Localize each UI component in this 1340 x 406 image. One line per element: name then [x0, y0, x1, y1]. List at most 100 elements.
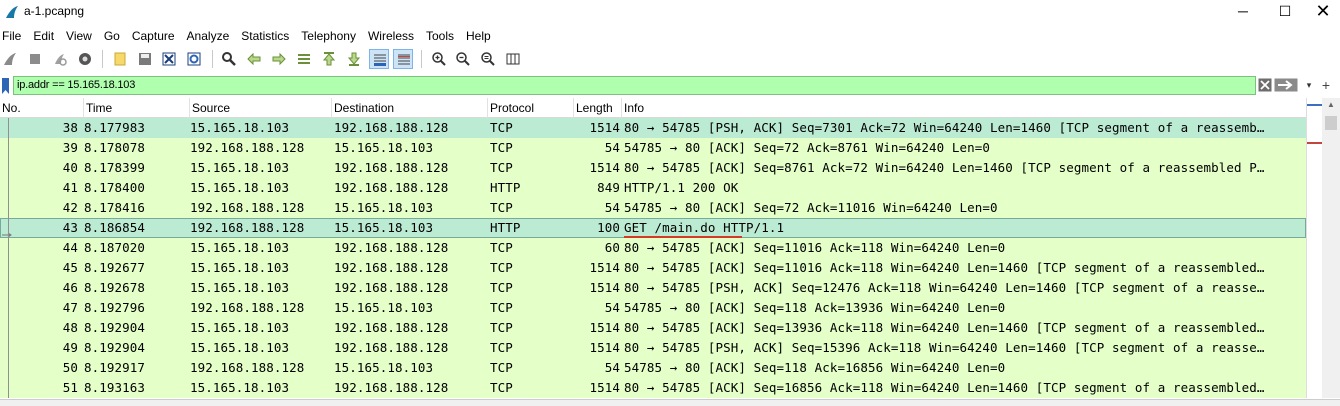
pane-splitter[interactable] — [0, 399, 1340, 406]
packet-row[interactable]: 45 8.192677 15.165.18.103 192.168.188.128 TC… — [0, 258, 1306, 278]
stop-capture-icon[interactable] — [25, 49, 45, 69]
cell-destination: 192.168.188.128 — [334, 240, 449, 255]
menu-analyze[interactable]: Analyze — [181, 27, 236, 45]
cell-time: 8.186854 — [84, 220, 146, 235]
menu-go[interactable]: Go — [98, 27, 126, 45]
minimap-marker — [1307, 142, 1323, 144]
column-header-info[interactable]: Info — [622, 98, 1306, 118]
apply-filter-icon[interactable] — [1274, 78, 1298, 92]
bookmark-icon[interactable] — [0, 77, 12, 95]
zoom-out-icon[interactable] — [453, 49, 473, 69]
capture-options-icon[interactable] — [75, 49, 95, 69]
go-to-packet-icon[interactable] — [294, 49, 314, 69]
cell-time: 8.187020 — [84, 240, 146, 255]
zoom-in-icon[interactable] — [429, 49, 449, 69]
menu-wireless[interactable]: Wireless — [362, 27, 420, 45]
packet-row[interactable]: 48 8.192904 15.165.18.103 192.168.188.128 TC… — [0, 318, 1306, 338]
minimize-button[interactable]: ─ — [1220, 0, 1266, 25]
cell-source: 15.165.18.103 — [190, 280, 290, 295]
save-file-icon[interactable] — [135, 49, 155, 69]
autoscroll-icon[interactable] — [368, 49, 389, 69]
cell-length: 1514 — [589, 280, 620, 295]
column-header-protocol[interactable]: Protocol — [488, 98, 574, 118]
close-file-icon[interactable] — [159, 49, 179, 69]
cell-time: 8.178078 — [84, 140, 146, 155]
packet-row[interactable]: 39 8.178078 192.168.188.128 15.165.18.103 TC… — [0, 138, 1306, 158]
column-header-destination[interactable]: Destination — [332, 98, 488, 118]
resize-columns-icon[interactable] — [503, 49, 523, 69]
close-window-button[interactable]: ✕ — [1300, 0, 1340, 25]
cell-protocol: TCP — [490, 160, 513, 175]
go-back-icon[interactable] — [244, 49, 264, 69]
cell-info: GET /main.do HTTP/1.1 — [624, 220, 785, 235]
menu-capture[interactable]: Capture — [126, 27, 181, 45]
packet-minimap[interactable] — [1306, 98, 1323, 398]
cell-protocol: TCP — [490, 300, 513, 315]
colorize-icon[interactable] — [393, 49, 414, 69]
cell-info: 80 → 54785 [ACK] Seq=8761 Ack=72 Win=642… — [624, 160, 1265, 175]
cell-length: 1514 — [589, 160, 620, 175]
cell-destination: 192.168.188.128 — [334, 180, 449, 195]
go-last-packet-icon[interactable] — [344, 49, 364, 69]
clear-filter-icon[interactable] — [1258, 78, 1272, 92]
menu-help[interactable]: Help — [460, 27, 497, 45]
packet-row[interactable]: 50 8.192917 192.168.188.128 15.165.18.103 TC… — [0, 358, 1306, 378]
cell-time: 8.192677 — [84, 260, 146, 275]
packet-row[interactable]: 47 8.192796 192.168.188.128 15.165.18.103 TC… — [0, 298, 1306, 318]
column-header-no[interactable]: No. — [0, 98, 84, 118]
open-file-icon[interactable] — [110, 49, 130, 69]
packet-row[interactable]: 43 8.186854 192.168.188.128 15.165.18.103 HT… — [0, 218, 1306, 238]
cell-no: 42 — [62, 200, 78, 215]
cell-source: 15.165.18.103 — [190, 120, 290, 135]
cell-length: 54 — [604, 300, 620, 315]
menu-statistics[interactable]: Statistics — [235, 27, 295, 45]
find-packet-icon[interactable] — [219, 49, 239, 69]
add-filter-button[interactable]: + — [1318, 77, 1334, 93]
packet-list-header: No. Time Source Destination Protocol Len… — [0, 98, 1306, 118]
cell-info: 80 → 54785 [ACK] Seq=13936 Ack=118 Win=6… — [624, 320, 1265, 335]
reload-file-icon[interactable] — [184, 49, 204, 69]
packet-row[interactable]: 41 8.178400 15.165.18.103 192.168.188.128 HT… — [0, 178, 1306, 198]
menu-view[interactable]: View — [60, 27, 98, 45]
cell-destination: 192.168.188.128 — [334, 280, 449, 295]
packet-row[interactable]: 40 8.178399 15.165.18.103 192.168.188.128 TC… — [0, 158, 1306, 178]
cell-source: 15.165.18.103 — [190, 320, 290, 335]
vertical-scrollbar[interactable]: ▲ — [1322, 98, 1340, 398]
column-header-time[interactable]: Time — [84, 98, 190, 118]
go-first-packet-icon[interactable] — [319, 49, 339, 69]
packet-row[interactable]: 38 8.177983 15.165.18.103 192.168.188.128 TC… — [0, 118, 1306, 138]
cell-info: 54785 → 80 [ACK] Seq=118 Ack=13936 Win=6… — [624, 300, 1006, 315]
cell-protocol: TCP — [490, 380, 513, 395]
column-header-source[interactable]: Source — [190, 98, 332, 118]
cell-no: 47 — [62, 300, 78, 315]
packet-row[interactable]: 46 8.192678 15.165.18.103 192.168.188.128 TC… — [0, 278, 1306, 298]
cell-info: 54785 → 80 [ACK] Seq=72 Ack=8761 Win=642… — [624, 140, 991, 155]
toolbar-separator — [102, 50, 104, 68]
wireshark-fin-icon — [6, 6, 18, 18]
packet-row[interactable]: 42 8.178416 192.168.188.128 15.165.18.103 TC… — [0, 198, 1306, 218]
window-title: a-1.pcapng — [24, 4, 85, 18]
menu-telephony[interactable]: Telephony — [295, 27, 362, 45]
menu-file[interactable]: File — [0, 27, 27, 45]
cell-info: HTTP/1.1 200 OK — [624, 180, 739, 195]
packet-row[interactable]: 51 8.193163 15.165.18.103 192.168.188.128 TC… — [0, 378, 1306, 398]
main-toolbar — [0, 49, 1340, 73]
packet-row[interactable]: 49 8.192904 15.165.18.103 192.168.188.128 TC… — [0, 338, 1306, 358]
normal-size-icon[interactable] — [478, 49, 498, 69]
cell-info: 80 → 54785 [PSH, ACK] Seq=15396 Ack=118 … — [624, 340, 1265, 355]
menu-bar: File Edit View Go Capture Analyze Statistics Te… — [0, 27, 1340, 47]
cell-length: 54 — [604, 360, 620, 375]
restart-capture-icon[interactable] — [50, 49, 70, 69]
menu-edit[interactable]: Edit — [27, 27, 60, 45]
scroll-thumb[interactable] — [1325, 116, 1337, 130]
packet-row[interactable]: 44 8.187020 15.165.18.103 192.168.188.128 TC… — [0, 238, 1306, 258]
cell-length: 54 — [604, 140, 620, 155]
menu-tools[interactable]: Tools — [420, 27, 460, 45]
display-filter-input[interactable]: ip.addr == 15.165.18.103 — [13, 76, 1256, 95]
go-forward-icon[interactable] — [269, 49, 289, 69]
cell-time: 8.192796 — [84, 300, 146, 315]
shark-fin-start-icon[interactable] — [0, 49, 20, 69]
filter-history-dropdown[interactable]: ▾ — [1303, 78, 1315, 92]
scroll-up-icon[interactable]: ▲ — [1327, 100, 1335, 109]
column-header-length[interactable]: Length — [574, 98, 622, 118]
